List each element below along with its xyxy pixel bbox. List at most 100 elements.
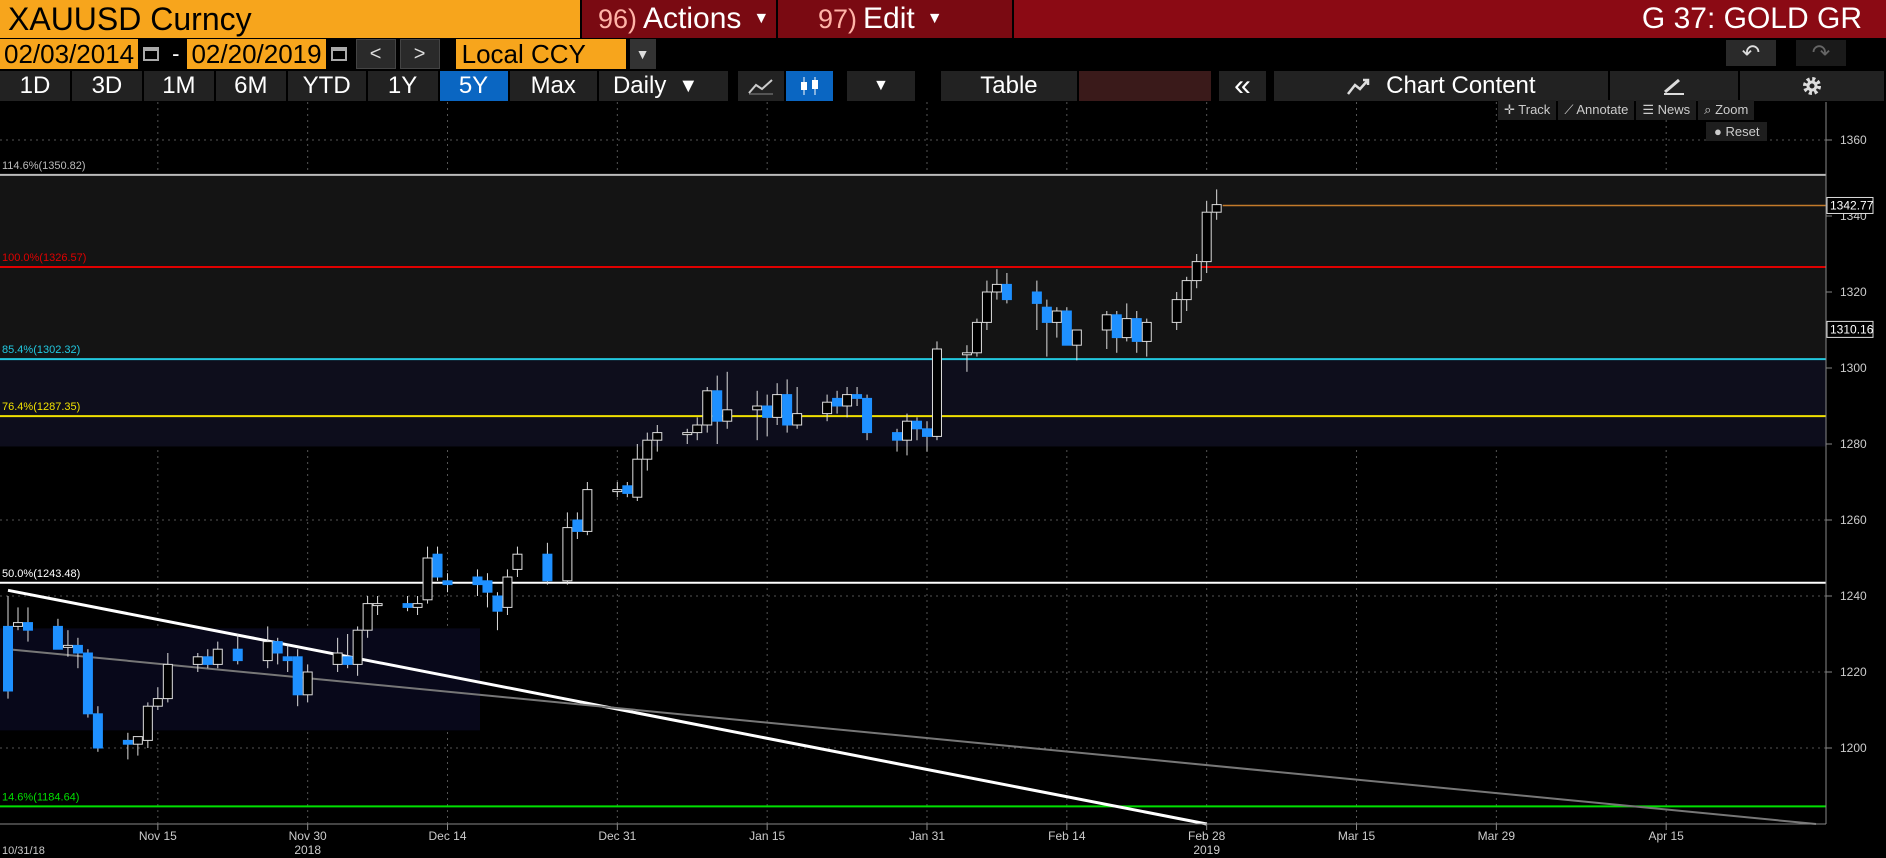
y-tick-label: 1260 xyxy=(1840,513,1867,527)
chevron-down-icon: ▼ xyxy=(926,10,943,27)
range-1d-button[interactable]: 1D xyxy=(0,71,70,101)
candle-body xyxy=(892,432,903,441)
x-tick-label: Feb 28 xyxy=(1188,829,1226,843)
last-price-tag-text: 1342.77 xyxy=(1830,198,1874,212)
candle-body xyxy=(1071,329,1082,346)
undo-icon[interactable]: ↶ xyxy=(1726,40,1776,66)
candle-body xyxy=(402,603,413,608)
candle-body xyxy=(62,644,73,648)
zoom-tool[interactable]: ⌕ Zoom xyxy=(1698,100,1755,120)
draw-icon[interactable] xyxy=(1609,71,1739,101)
candle-body xyxy=(22,622,33,631)
table-button[interactable]: Table xyxy=(940,71,1077,101)
x-tick-label: Feb 14 xyxy=(1048,829,1086,843)
candle-body xyxy=(712,390,723,422)
candle-body xyxy=(502,576,513,608)
range-ytd-button[interactable]: YTD xyxy=(287,71,366,101)
prev-period-button[interactable]: < xyxy=(355,39,396,69)
candle xyxy=(931,341,942,441)
candle-body xyxy=(1171,299,1182,323)
collapse-icon[interactable]: « xyxy=(1219,69,1266,102)
next-period-button[interactable]: > xyxy=(399,39,440,69)
candle-body xyxy=(132,736,143,745)
range-max-button[interactable]: Max xyxy=(509,71,597,101)
candle-body xyxy=(482,580,493,593)
x-tick-label: Nov 15 xyxy=(139,829,177,843)
candle-body xyxy=(162,663,173,700)
candle-body xyxy=(1121,318,1132,339)
date-separator: - xyxy=(172,41,180,66)
reset-button[interactable]: ● Reset xyxy=(1706,122,1768,141)
chart-content-button[interactable]: Chart Content xyxy=(1273,71,1608,101)
calendar-icon[interactable] xyxy=(326,39,352,69)
marker-price-tag-text: 1310.16 xyxy=(1830,322,1874,336)
price-chart[interactable]: 114.6%(1350.82) 100.0%(1326.57) 85.4%(1302… xyxy=(0,102,1886,858)
candle-body xyxy=(772,394,783,418)
candle-body xyxy=(362,603,373,631)
fib-level-label: 114.6%(1350.82) xyxy=(2,160,86,172)
candle-body xyxy=(991,283,1002,293)
frequency-label: Daily xyxy=(612,72,667,99)
redo-icon[interactable]: ↷ xyxy=(1796,40,1846,66)
candle-body xyxy=(702,390,713,426)
range-1m-button[interactable]: 1M xyxy=(143,71,214,101)
security-field[interactable]: XAUUSD Curncy xyxy=(0,0,580,38)
actions-menu[interactable]: 96) Actions ▼ xyxy=(580,0,776,38)
candle-body xyxy=(1141,321,1152,342)
candle-body xyxy=(342,656,353,665)
marker-price-tag: 1310.16 xyxy=(1826,320,1874,338)
candle-body xyxy=(622,485,633,494)
range-5y-button[interactable]: 5Y xyxy=(439,71,508,101)
fib-band xyxy=(0,416,1826,447)
chevron-down-icon[interactable]: ▼ xyxy=(629,39,656,69)
caret-down-icon: ▼ xyxy=(678,74,699,97)
line-chart-icon[interactable] xyxy=(737,71,785,101)
candle-body xyxy=(442,580,453,586)
y-tick-label: 1320 xyxy=(1840,285,1867,299)
end-date-input[interactable]: 02/20/2019 xyxy=(187,39,326,69)
candle-body xyxy=(1201,211,1212,263)
candle-body xyxy=(931,348,942,437)
candle-body xyxy=(832,397,843,407)
candle-body xyxy=(142,705,153,741)
start-date-input[interactable]: 02/03/2014 xyxy=(0,39,139,69)
annotate-tool[interactable]: ⟋ Annotate xyxy=(1558,100,1635,120)
candle-body xyxy=(512,553,523,570)
x-tick-label: Jan 15 xyxy=(749,829,785,843)
currency-select[interactable]: Local CCY xyxy=(455,39,626,69)
calendar-icon[interactable] xyxy=(138,39,164,69)
x-tick-label: Dec 14 xyxy=(429,829,467,843)
gear-icon[interactable] xyxy=(1740,71,1885,101)
candle-body xyxy=(612,489,623,493)
candle-body xyxy=(1041,306,1052,323)
candle-body xyxy=(332,652,343,665)
candlestick-icon[interactable] xyxy=(786,71,833,101)
range-6m-button[interactable]: 6M xyxy=(215,71,286,101)
candle-body xyxy=(432,553,443,578)
candle-body xyxy=(302,671,313,696)
x-tick-label: Apr 15 xyxy=(1648,829,1684,843)
candle-body xyxy=(422,557,433,601)
candle-body xyxy=(792,413,803,426)
candle-body xyxy=(1131,318,1142,342)
x-year-label: 2018 xyxy=(294,843,321,857)
fib-level-label: 85.4%(1302.32) xyxy=(2,344,80,356)
candle-body xyxy=(912,420,922,430)
candle-body xyxy=(282,656,293,662)
frequency-select[interactable]: Daily ▼ xyxy=(598,71,728,101)
candle-body xyxy=(372,603,383,607)
chart-type-dropdown[interactable]: ▼ xyxy=(846,71,915,101)
track-tool[interactable]: ✛ Track xyxy=(1498,100,1557,120)
annotate-icon: ⟋ xyxy=(1564,102,1577,117)
fib-level-label: 50.0%(1243.48) xyxy=(2,568,80,580)
edit-number: 97) xyxy=(818,4,858,34)
fib-level-label: 14.6%(1184.64) xyxy=(2,791,79,803)
candle-body xyxy=(971,321,982,354)
news-tool[interactable]: ☰ News xyxy=(1636,100,1697,120)
range-1y-button[interactable]: 1Y xyxy=(367,71,438,101)
fib-band xyxy=(0,628,480,731)
candle-body xyxy=(262,641,273,662)
candle-body xyxy=(582,489,593,532)
edit-menu[interactable]: 97) Edit ▼ xyxy=(776,0,1012,38)
range-3d-button[interactable]: 3D xyxy=(71,71,142,101)
